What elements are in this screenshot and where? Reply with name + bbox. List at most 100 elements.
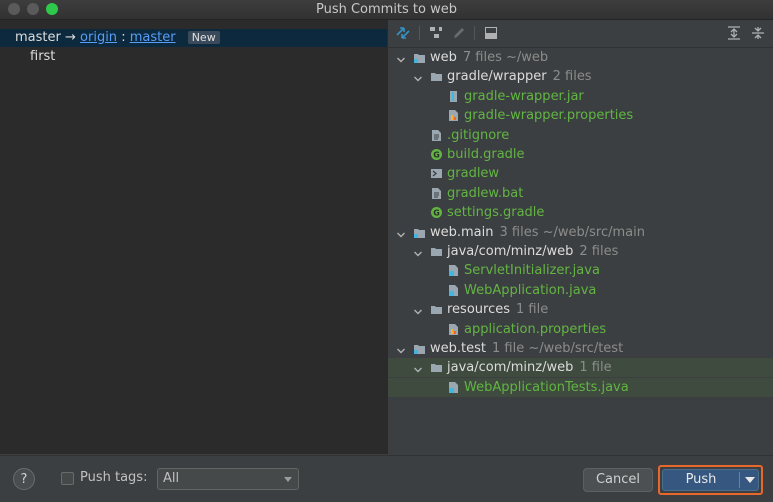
node-name: WebApplicationTests.java — [464, 379, 629, 395]
tree-node-label: web 7 files ~/web — [430, 48, 548, 67]
tree-row[interactable]: web.main 3 files ~/web/src/main — [388, 223, 773, 242]
node-name: web.test — [430, 341, 486, 356]
group-by-icon[interactable] — [428, 25, 444, 41]
folder-icon — [430, 361, 443, 374]
tree-row[interactable]: application.properties — [388, 320, 773, 339]
tree-node-label: java/com/minz/web 1 file — [447, 358, 612, 377]
tree-row[interactable]: Gbuild.gradle — [388, 145, 773, 164]
svg-text:G: G — [433, 209, 440, 218]
title-bar: Push Commits to web — [0, 0, 773, 20]
tree-node-label: application.properties — [464, 320, 606, 339]
new-badge: New — [187, 31, 220, 44]
cancel-button[interactable]: Cancel — [583, 468, 653, 492]
tree-row[interactable]: web.test 1 file ~/web/src/test — [388, 339, 773, 358]
node-meta: 3 files ~/web/src/main — [499, 224, 645, 240]
local-branch: master — [15, 30, 61, 45]
module-folder-icon — [413, 51, 426, 64]
tree-row[interactable]: gradle-wrapper.properties — [388, 106, 773, 125]
push-tags-select[interactable]: All — [157, 468, 299, 490]
node-meta: 1 file — [579, 360, 612, 376]
chevron-down-icon — [284, 477, 292, 482]
push-tags-checkbox[interactable] — [61, 472, 74, 485]
tree-row[interactable]: Gsettings.gradle — [388, 203, 773, 222]
tree-node-label: resources 1 file — [447, 300, 548, 319]
node-meta: 7 files ~/web — [462, 50, 549, 65]
module-folder-icon — [413, 342, 426, 355]
expand-all-icon[interactable] — [726, 25, 742, 41]
edit-icon[interactable] — [451, 25, 467, 41]
gradle-file-icon: G — [430, 206, 443, 219]
node-name: gradle/wrapper — [447, 69, 547, 85]
tree-row[interactable]: gradlew.bat — [388, 184, 773, 203]
tree-node-label: .gitignore — [447, 126, 509, 145]
commit-item[interactable]: first — [30, 49, 55, 64]
chevron-down-icon[interactable] — [413, 304, 423, 315]
node-name: build.gradle — [447, 147, 525, 162]
chevron-down-icon[interactable] — [413, 71, 423, 82]
tree-row[interactable]: gradle-wrapper.jar — [388, 87, 773, 106]
tree-row[interactable]: gradlew — [388, 164, 773, 183]
tree-row[interactable]: .gitignore — [388, 126, 773, 145]
node-meta: 2 files — [579, 244, 619, 259]
arrow-icon: → — [64, 30, 76, 45]
branch-separator: : — [121, 30, 126, 45]
tree-node-label: build.gradle — [447, 145, 525, 164]
collapse-all-icon[interactable] — [750, 25, 766, 41]
text-file-icon — [430, 129, 443, 142]
tree-node-label: gradlew.bat — [447, 184, 523, 203]
branch-row[interactable]: master → origin : master New — [0, 29, 387, 47]
push-button[interactable]: Push — [662, 469, 759, 491]
tree-row[interactable]: gradle/wrapper 2 files — [388, 67, 773, 86]
node-name: ServletInitializer.java — [464, 263, 600, 279]
node-name: application.properties — [464, 321, 607, 337]
chevron-down-icon[interactable] — [396, 52, 406, 63]
help-button[interactable]: ? — [13, 468, 35, 490]
svg-text:G: G — [433, 151, 440, 160]
chevron-down-icon[interactable] — [413, 246, 423, 257]
changes-pane: web 7 files ~/web gradle/wrapper 2 files gra… — [388, 20, 773, 454]
tree-row[interactable]: WebApplication.java — [388, 281, 773, 300]
tree-node-label: gradle-wrapper.properties — [464, 106, 633, 125]
push-tags-value: All — [163, 471, 180, 486]
commit-details-icon[interactable] — [483, 25, 499, 41]
chevron-down-icon[interactable] — [396, 227, 406, 238]
java-file-icon — [447, 381, 460, 394]
node-name: java/com/minz/web — [447, 244, 574, 259]
node-name: gradlew.bat — [447, 185, 524, 201]
window-title: Push Commits to web — [315, 2, 458, 17]
tree-row[interactable]: web 7 files ~/web — [388, 48, 773, 67]
tree-node-label: gradlew — [447, 164, 499, 183]
push-button-label: Push — [685, 472, 717, 487]
java-file-icon — [447, 284, 460, 297]
node-name: gradle-wrapper.jar — [464, 88, 584, 104]
commits-pane: master → origin : master New first — [0, 20, 388, 454]
chevron-down-icon[interactable] — [413, 362, 423, 373]
tree-row[interactable]: java/com/minz/web 2 files — [388, 242, 773, 261]
java-file-icon — [447, 264, 460, 277]
tree-node-label: web.main 3 files ~/web/src/main — [430, 223, 645, 242]
module-folder-icon — [413, 226, 426, 239]
tree-node-label: ServletInitializer.java — [464, 261, 600, 280]
tree-row[interactable]: resources 1 file — [388, 300, 773, 319]
shell-script-icon — [430, 167, 443, 180]
remote-link[interactable]: origin — [80, 30, 117, 45]
node-name: .gitignore — [447, 127, 510, 143]
properties-file-icon — [447, 323, 460, 336]
tree-row[interactable]: WebApplicationTests.java — [388, 377, 773, 397]
node-name: java/com/minz/web — [447, 360, 574, 376]
gradle-file-icon: G — [430, 148, 443, 161]
remote-branch-link[interactable]: master — [130, 30, 176, 45]
tree-node-label: WebApplicationTests.java — [464, 378, 629, 397]
push-options-dropdown-icon[interactable] — [745, 477, 755, 483]
node-name: WebApplication.java — [464, 282, 597, 298]
folder-icon — [430, 70, 443, 83]
node-name: gradle-wrapper.properties — [464, 108, 634, 124]
tree-row[interactable]: ServletInitializer.java — [388, 261, 773, 280]
node-meta: 2 files — [552, 69, 592, 85]
jar-file-icon — [447, 90, 460, 103]
chevron-down-icon[interactable] — [396, 343, 406, 354]
tree-node-label: WebApplication.java — [464, 281, 596, 300]
node-name: web.main — [430, 224, 494, 240]
tree-row[interactable]: java/com/minz/web 1 file — [388, 358, 773, 378]
diff-icon[interactable] — [395, 25, 411, 41]
